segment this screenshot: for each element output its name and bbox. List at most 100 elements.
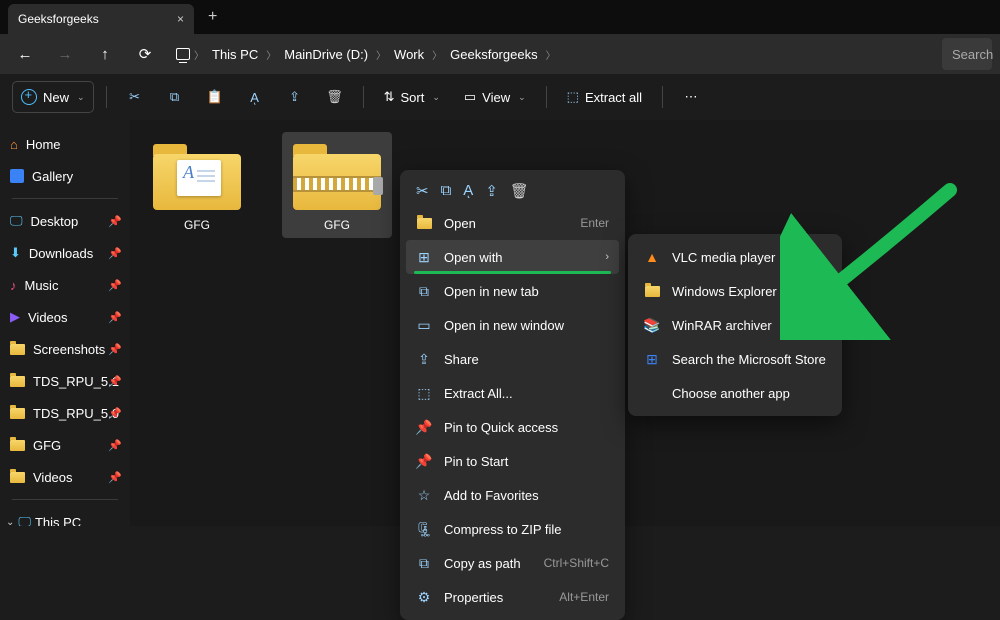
- breadcrumb-item[interactable]: This PC: [208, 45, 262, 64]
- sidebar-item-gfg[interactable]: GFG📌: [0, 429, 130, 461]
- rename-icon[interactable]: Aͅ: [463, 182, 473, 200]
- ctx-open[interactable]: OpenEnter: [406, 206, 619, 240]
- view-icon: ▭: [464, 89, 476, 105]
- sidebar-item-screenshots[interactable]: Screenshots📌: [0, 333, 130, 365]
- paste-icon: 📋: [206, 89, 222, 105]
- submenu-vlc[interactable]: ▲VLC media player: [634, 240, 836, 274]
- archive-folder-icon: [149, 138, 245, 210]
- file-label: GFG: [184, 218, 210, 232]
- submenu-store[interactable]: ⊞Search the Microsoft Store: [634, 342, 836, 376]
- cut-button[interactable]: ✂: [119, 81, 151, 113]
- ctx-label: Open in new window: [444, 318, 564, 333]
- file-item[interactable]: GFG: [142, 132, 252, 238]
- refresh-button[interactable]: ⟳: [128, 37, 162, 71]
- submenu-label: Windows Explorer: [672, 284, 777, 299]
- tab-icon: ⧉: [416, 283, 432, 300]
- more-button[interactable]: ⋯: [675, 81, 707, 113]
- file-list: GFG GFG ✂ ⧉ Aͅ ⇪ 🗑 OpenEnter ⊞Open with›…: [130, 120, 1000, 526]
- ctx-favorites[interactable]: ☆Add to Favorites: [406, 478, 619, 512]
- trash-icon[interactable]: 🗑: [510, 182, 529, 200]
- close-tab-icon[interactable]: ×: [177, 12, 184, 26]
- ctx-open-with[interactable]: ⊞Open with›: [406, 240, 619, 274]
- copypath-icon: ⧉: [416, 555, 432, 572]
- sidebar-label: Downloads: [29, 246, 93, 261]
- sidebar-label: Screenshots: [33, 342, 105, 357]
- zip-icon: 🗜: [416, 521, 432, 538]
- file-item-selected[interactable]: GFG: [282, 132, 392, 238]
- breadcrumb-item[interactable]: Work: [390, 45, 428, 64]
- paste-button[interactable]: 📋: [199, 81, 231, 113]
- sidebar-item-thispc[interactable]: ⌄🖵This PC: [0, 506, 130, 526]
- search-input[interactable]: Search: [942, 38, 992, 70]
- sidebar-item-music[interactable]: ♪Music📌: [0, 269, 130, 301]
- pin-icon: 📌: [108, 343, 122, 356]
- window-icon: ▭: [416, 317, 432, 334]
- separator: [546, 86, 547, 108]
- sort-button[interactable]: ⇅ Sort ⌄: [376, 81, 448, 113]
- extract-all-button[interactable]: ⬚ Extract all: [559, 81, 650, 113]
- file-label: GFG: [324, 218, 350, 232]
- sidebar-item-tds2[interactable]: TDS_RPU_5.0📌: [0, 397, 130, 429]
- ctx-pin-qa[interactable]: 📌Pin to Quick access: [406, 410, 619, 444]
- star-icon: ☆: [416, 487, 432, 504]
- gallery-icon: [10, 169, 24, 183]
- pin-icon: 📌: [108, 471, 122, 484]
- monitor-icon: 🖵: [18, 514, 31, 526]
- delete-button[interactable]: 🗑: [319, 81, 351, 113]
- sidebar-item-home[interactable]: ⌂ Home: [0, 128, 130, 160]
- view-button[interactable]: ▭ View ⌄: [456, 81, 534, 113]
- openwith-icon: ⊞: [416, 249, 432, 266]
- share-button[interactable]: ⇪: [279, 81, 311, 113]
- ctx-hint: Enter: [580, 216, 609, 230]
- copy-button[interactable]: ⧉: [159, 81, 191, 113]
- sidebar-item-gallery[interactable]: Gallery: [0, 160, 130, 192]
- new-button[interactable]: New ⌄: [12, 81, 94, 113]
- sidebar-item-downloads[interactable]: ⬇Downloads📌: [0, 237, 130, 269]
- sidebar-item-tds1[interactable]: TDS_RPU_5.1📌: [0, 365, 130, 397]
- sidebar-item-videos2[interactable]: Videos📌: [0, 461, 130, 493]
- ctx-share[interactable]: ⇪Share: [406, 342, 619, 376]
- submenu-choose[interactable]: Choose another app: [634, 376, 836, 410]
- share-icon[interactable]: ⇪: [485, 182, 498, 200]
- ctx-extract[interactable]: ⬚Extract All...: [406, 376, 619, 410]
- sidebar-item-desktop[interactable]: 🖵Desktop📌: [0, 205, 130, 237]
- new-tab-button[interactable]: +: [208, 8, 217, 26]
- copy-icon[interactable]: ⧉: [441, 182, 452, 200]
- sidebar-item-videos[interactable]: ▶Videos📌: [0, 301, 130, 333]
- ctx-properties[interactable]: ⚙PropertiesAlt+Enter: [406, 580, 619, 614]
- folder-icon: [10, 440, 25, 451]
- pin-icon: 📌: [416, 419, 432, 436]
- open-with-submenu: ▲VLC media player Windows Explorer 📚WinR…: [628, 234, 842, 416]
- rename-button[interactable]: Aͅ: [239, 81, 271, 113]
- ctx-label: Extract All...: [444, 386, 513, 401]
- ctx-copy-path[interactable]: ⧉Copy as pathCtrl+Shift+C: [406, 546, 619, 580]
- breadcrumb-item[interactable]: MainDrive (D:): [280, 45, 372, 64]
- up-button[interactable]: ↑: [88, 37, 122, 71]
- submenu-explorer[interactable]: Windows Explorer: [634, 274, 836, 308]
- address-bar: ← → ↑ ⟳ 〉 This PC 〉 MainDrive (D:) 〉 Wor…: [0, 34, 1000, 74]
- forward-button[interactable]: →: [48, 37, 82, 71]
- sidebar-label: Home: [26, 137, 61, 152]
- home-icon: ⌂: [10, 137, 18, 152]
- ctx-compress[interactable]: 🗜Compress to ZIP file: [406, 512, 619, 546]
- chevron-down-icon: ⌄: [6, 517, 14, 527]
- toolbar: New ⌄ ✂ ⧉ 📋 Aͅ ⇪ 🗑 ⇅ Sort ⌄ ▭ View ⌄ ⬚ E…: [0, 74, 1000, 120]
- breadcrumb-item[interactable]: Geeksforgeeks: [446, 45, 541, 64]
- folder-icon: [10, 408, 25, 419]
- scissors-icon: ✂: [129, 89, 140, 105]
- ctx-pin-start[interactable]: 📌Pin to Start: [406, 444, 619, 478]
- chevron-down-icon: ⌄: [518, 92, 526, 103]
- browser-tab[interactable]: Geeksforgeeks ×: [8, 4, 194, 34]
- properties-icon: ⚙: [416, 589, 432, 606]
- scissors-icon[interactable]: ✂: [416, 182, 429, 200]
- search-placeholder: Search: [952, 47, 993, 62]
- pin-icon: 📌: [108, 215, 122, 228]
- back-button[interactable]: ←: [8, 37, 42, 71]
- ctx-new-tab[interactable]: ⧉Open in new tab: [406, 274, 619, 308]
- pin-icon: 📌: [416, 453, 432, 470]
- chevron-icon: 〉: [432, 47, 442, 62]
- submenu-winrar[interactable]: 📚WinRAR archiver: [634, 308, 836, 342]
- pin-icon: 📌: [108, 439, 122, 452]
- breadcrumb[interactable]: 〉 This PC 〉 MainDrive (D:) 〉 Work 〉 Geek…: [168, 38, 936, 70]
- ctx-new-window[interactable]: ▭ Open in new window: [406, 308, 619, 342]
